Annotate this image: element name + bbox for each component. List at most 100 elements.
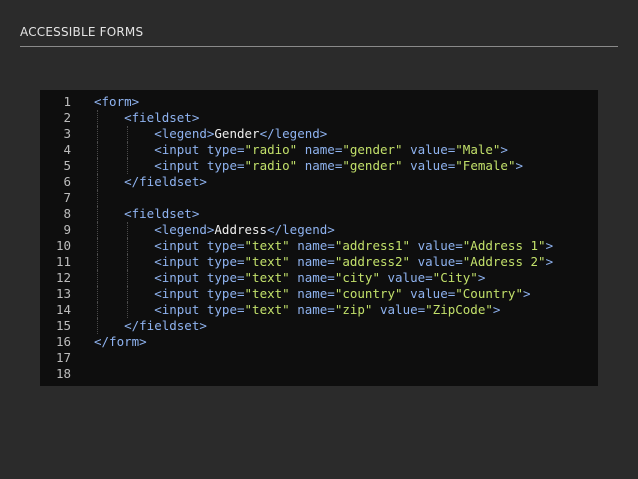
indent-guide (97, 286, 98, 302)
code-token-tag: <fieldset> (124, 110, 200, 125)
line-code: <input type="text" name="zip" value="Zip… (154, 302, 500, 318)
code-token-attr: type= (206, 238, 245, 253)
code-line: 7 (40, 190, 598, 206)
indent-guide (97, 190, 98, 206)
indent-guide (97, 270, 98, 286)
indent-guide (127, 254, 129, 270)
line-number: 5 (63, 158, 71, 173)
line-code: <fieldset> (124, 206, 199, 222)
line-code: <input type="radio" name="gender" value=… (154, 142, 508, 158)
code-token-tag: > (515, 158, 524, 173)
code-token-tag: > (500, 142, 508, 157)
code-token-str: "radio" (244, 142, 298, 157)
code-token-tag: <input (154, 270, 207, 285)
code-token-tag: </fieldset> (124, 174, 207, 189)
indent-guide (97, 222, 98, 238)
line-number: 3 (63, 126, 71, 141)
code-token-text: Address (214, 222, 268, 237)
line-code: <input type="radio" name="gender" value=… (154, 158, 523, 174)
code-token-attr: name= (289, 270, 335, 285)
code-token-tag: > (492, 302, 501, 317)
code-token-attr: value= (372, 302, 426, 317)
code-line: 11 <input type="text" name="address2" val… (40, 254, 598, 270)
code-token-str: "address1" (334, 238, 411, 253)
line-number: 10 (55, 238, 71, 253)
code-token-attr: type= (206, 286, 245, 301)
line-code: <input type="text" name="address1" value… (154, 238, 553, 254)
indent-guide (97, 206, 98, 222)
slide-title: ACCESSIBLE FORMS (20, 25, 144, 39)
code-line: 18 (40, 366, 598, 382)
code-token-str: "text" (244, 286, 290, 301)
code-line: 12 <input type="text" name="city" value="… (40, 270, 598, 286)
code-token-str: "text" (244, 254, 290, 269)
title-divider (20, 46, 618, 47)
indent-guide (97, 318, 98, 334)
code-token-attr: name= (289, 254, 335, 269)
line-number: 4 (63, 142, 71, 157)
code-token-attr: value= (410, 254, 463, 269)
code-token-attr: value= (410, 238, 463, 253)
code-line: 5 <input type="radio" name="gender" value… (40, 158, 598, 174)
code-token-str: "gender" (342, 158, 403, 173)
line-number: 11 (55, 254, 71, 269)
code-token-str: "Male" (455, 142, 501, 157)
code-token-attr: value= (402, 286, 456, 301)
code-token-tag: <legend> (154, 126, 215, 141)
code-token-attr: name= (297, 158, 343, 173)
code-token-tag: </fieldset> (124, 318, 207, 333)
code-token-tag: <legend> (154, 222, 215, 237)
code-token-attr: type= (206, 302, 245, 317)
code-token-str: "Address 1" (462, 238, 546, 253)
indent-guide (127, 302, 129, 318)
code-token-tag: <input (154, 254, 207, 269)
code-token-tag: > (477, 270, 486, 285)
code-token-tag: <input (154, 302, 207, 317)
code-token-attr: type= (206, 270, 245, 285)
line-code: </fieldset> (124, 318, 207, 334)
line-code: <input type="text" name="country" value=… (154, 286, 530, 302)
line-number: 12 (55, 270, 71, 285)
code-line: 9 <legend>Address</legend> (40, 222, 598, 238)
code-token-str: "gender" (342, 142, 403, 157)
code-line: 8 <fieldset> (40, 206, 598, 222)
code-token-tag: <form> (94, 94, 140, 109)
indent-guide (127, 222, 129, 238)
code-token-str: "ZipCode" (425, 302, 493, 317)
code-token-str: "Female" (455, 158, 516, 173)
code-token-str: "text" (244, 270, 290, 285)
indent-guide (97, 174, 98, 190)
code-token-str: "text" (244, 238, 290, 253)
line-number: 1 (63, 94, 71, 109)
code-token-str: "City" (432, 270, 478, 285)
code-line: 4 <input type="radio" name="gender" value… (40, 142, 598, 158)
code-token-tag: </legend> (259, 126, 328, 141)
code-line: 17 (40, 350, 598, 366)
line-code: </form> (94, 334, 147, 350)
line-code: <legend>Address</legend> (154, 222, 335, 238)
code-token-attr: name= (289, 286, 335, 301)
code-panel: 1 <form> 2 <fieldset> 3 <legend>Gender</legen… (40, 90, 598, 386)
code-token-attr: name= (289, 238, 335, 253)
code-token-attr: type= (206, 158, 245, 173)
code-token-tag: </form> (94, 334, 147, 349)
line-number: 9 (63, 222, 71, 237)
code-token-tag: > (545, 254, 554, 269)
line-number: 2 (63, 110, 71, 125)
code-token-attr: type= (206, 254, 245, 269)
code-token-tag: <fieldset> (124, 206, 200, 221)
code-token-attr: name= (297, 142, 343, 157)
code-line: 6 </fieldset> (40, 174, 598, 190)
line-code: <fieldset> (124, 110, 199, 126)
line-number: 15 (55, 318, 71, 333)
indent-guide (97, 142, 98, 158)
code-token-str: "text" (244, 302, 290, 317)
line-number: 14 (55, 302, 71, 317)
code-token-str: "country" (334, 286, 403, 301)
indent-guide (97, 254, 98, 270)
indent-guide (97, 110, 98, 126)
code-token-tag: > (522, 286, 531, 301)
line-number: 13 (55, 286, 71, 301)
code-token-tag: > (545, 238, 554, 253)
indent-guide (127, 238, 129, 254)
